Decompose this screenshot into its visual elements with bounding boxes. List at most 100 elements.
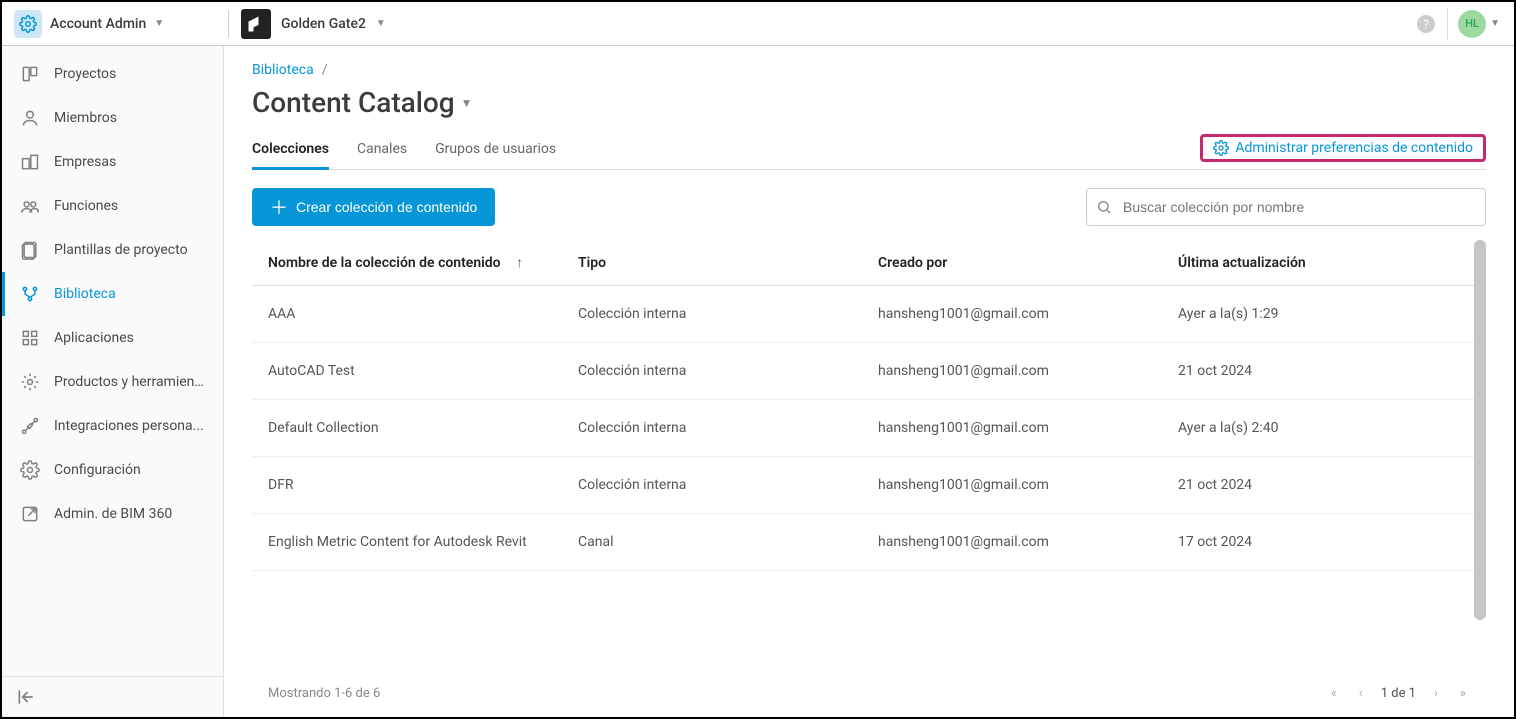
sidebar-item-products[interactable]: Productos y herramien... <box>2 360 223 404</box>
sidebar-item-label: Proyectos <box>54 66 116 82</box>
page-next-button[interactable]: › <box>1430 684 1442 703</box>
table-row[interactable]: Default CollectionColección internahansh… <box>252 400 1486 457</box>
tab-colecciones[interactable]: Colecciones <box>252 131 329 170</box>
table-row[interactable]: English Metric Content for Autodesk Revi… <box>252 514 1486 571</box>
main-content: Biblioteca / Content Catalog ▼ Coleccion… <box>224 46 1514 717</box>
prefs-link-label: Administrar preferencias de contenido <box>1235 140 1473 156</box>
cell-name: AAA <box>252 286 562 343</box>
sidebar-item-companies[interactable]: Empresas <box>2 140 223 184</box>
sidebar-item-roles[interactable]: Funciones <box>2 184 223 228</box>
chevron-down-icon: ▼ <box>376 18 386 29</box>
companies-icon <box>20 152 40 172</box>
tab-grupos-de-usuarios[interactable]: Grupos de usuarios <box>435 131 556 169</box>
sidebar-item-members[interactable]: Miembros <box>2 96 223 140</box>
scrollbar[interactable] <box>1474 240 1486 620</box>
page-title[interactable]: Content Catalog ▼ <box>252 86 1486 119</box>
table-row[interactable]: DFRColección internahansheng1001@gmail.c… <box>252 457 1486 514</box>
page-prev-button[interactable]: ‹ <box>1355 684 1367 703</box>
cell-updated: 17 oct 2024 <box>1162 514 1486 571</box>
brand-logo-icon <box>241 9 271 39</box>
sidebar-item-integrations[interactable]: Integraciones persona... <box>2 404 223 448</box>
role-selector[interactable]: Account Admin ▼ <box>2 2 224 45</box>
breadcrumb-root[interactable]: Biblioteca <box>252 62 314 78</box>
sidebar-item-label: Empresas <box>54 154 116 170</box>
cell-type: Colección interna <box>562 286 862 343</box>
cell-updated: Ayer a la(s) 2:40 <box>1162 400 1486 457</box>
chevron-down-icon: ▼ <box>1490 18 1500 29</box>
cell-created-by: hansheng1001@gmail.com <box>862 286 1162 343</box>
tabs: Colecciones Canales Grupos de usuarios <box>252 131 556 169</box>
cell-type: Colección interna <box>562 400 862 457</box>
tab-canales[interactable]: Canales <box>357 131 407 169</box>
cell-created-by: hansheng1001@gmail.com <box>862 343 1162 400</box>
divider <box>228 10 229 38</box>
integrations-icon <box>20 416 40 436</box>
user-menu[interactable]: HL ▼ <box>1447 8 1500 40</box>
sidebar: Proyectos Miembros Empresas Funciones Planti… <box>2 46 224 717</box>
sidebar-item-label: Aplicaciones <box>54 330 134 346</box>
page-title-text: Content Catalog <box>252 86 455 119</box>
templates-icon <box>20 240 40 260</box>
avatar: HL <box>1458 10 1486 38</box>
chevron-down-icon: ▼ <box>461 96 473 110</box>
plus-icon: ＋ <box>270 194 288 220</box>
sidebar-item-label: Productos y herramien... <box>54 374 205 390</box>
sidebar-item-projects[interactable]: Proyectos <box>2 52 223 96</box>
help-icon[interactable]: ? <box>1417 15 1435 33</box>
gear-module-icon <box>14 10 42 38</box>
cell-name: AutoCAD Test <box>252 343 562 400</box>
cell-created-by: hansheng1001@gmail.com <box>862 514 1162 571</box>
sort-asc-icon[interactable]: ↑ <box>516 255 523 271</box>
members-icon <box>20 108 40 128</box>
create-collection-button[interactable]: ＋ Crear colección de contenido <box>252 188 495 226</box>
pagination: « ‹ 1 de 1 › » <box>1327 684 1470 703</box>
sidebar-item-label: Integraciones persona... <box>54 418 204 434</box>
sidebar-item-label: Miembros <box>54 110 117 126</box>
sidebar-item-settings[interactable]: Configuración <box>2 448 223 492</box>
table-row[interactable]: AAAColección internahansheng1001@gmail.c… <box>252 286 1486 343</box>
topbar: Account Admin ▼ Golden Gate2 ▼ ? HL ▼ <box>2 2 1514 46</box>
col-updated[interactable]: Última actualización <box>1178 255 1306 271</box>
cell-updated: Ayer a la(s) 1:29 <box>1162 286 1486 343</box>
sidebar-item-library[interactable]: Biblioteca <box>2 272 223 316</box>
col-type[interactable]: Tipo <box>578 255 606 271</box>
cell-updated: 21 oct 2024 <box>1162 343 1486 400</box>
cell-updated: 21 oct 2024 <box>1162 457 1486 514</box>
table-row[interactable]: AutoCAD TestColección internahansheng100… <box>252 343 1486 400</box>
page-indicator: 1 de 1 <box>1381 686 1416 701</box>
page-first-button[interactable]: « <box>1327 684 1341 703</box>
col-name[interactable]: Nombre de la colección de contenido <box>268 255 501 271</box>
search-input[interactable] <box>1086 188 1486 226</box>
sidebar-item-label: Biblioteca <box>54 286 116 302</box>
breadcrumb: Biblioteca / <box>252 62 1486 78</box>
sidebar-item-label: Configuración <box>54 462 141 478</box>
products-icon <box>20 372 40 392</box>
create-button-label: Crear colección de contenido <box>296 199 477 215</box>
sidebar-item-label: Funciones <box>54 198 118 214</box>
cell-type: Canal <box>562 514 862 571</box>
project-selector[interactable]: Golden Gate2 ▼ <box>233 9 394 39</box>
cell-name: English Metric Content for Autodesk Revi… <box>252 514 562 571</box>
manage-content-prefs-link[interactable]: Administrar preferencias de contenido <box>1200 134 1486 162</box>
cell-created-by: hansheng1001@gmail.com <box>862 400 1162 457</box>
role-label: Account Admin <box>50 16 146 32</box>
chevron-down-icon: ▼ <box>154 18 164 29</box>
breadcrumb-separator: / <box>322 62 328 78</box>
table-summary: Mostrando 1-6 de 6 <box>268 686 380 701</box>
collapse-sidebar-button[interactable] <box>16 687 209 707</box>
settings-icon <box>20 460 40 480</box>
page-last-button[interactable]: » <box>1456 684 1470 703</box>
cell-created-by: hansheng1001@gmail.com <box>862 457 1162 514</box>
cell-name: Default Collection <box>252 400 562 457</box>
cell-type: Colección interna <box>562 343 862 400</box>
search-icon <box>1096 199 1112 215</box>
apps-icon <box>20 328 40 348</box>
sidebar-item-external[interactable]: Admin. de BIM 360 <box>2 492 223 536</box>
sidebar-item-templates[interactable]: Plantillas de proyecto <box>2 228 223 272</box>
sidebar-item-label: Plantillas de proyecto <box>54 242 188 258</box>
cell-name: DFR <box>252 457 562 514</box>
collections-table: Nombre de la colección de contenido ↑ Ti… <box>252 240 1486 571</box>
col-created-by[interactable]: Creado por <box>878 255 947 271</box>
library-icon <box>20 284 40 304</box>
sidebar-item-apps[interactable]: Aplicaciones <box>2 316 223 360</box>
